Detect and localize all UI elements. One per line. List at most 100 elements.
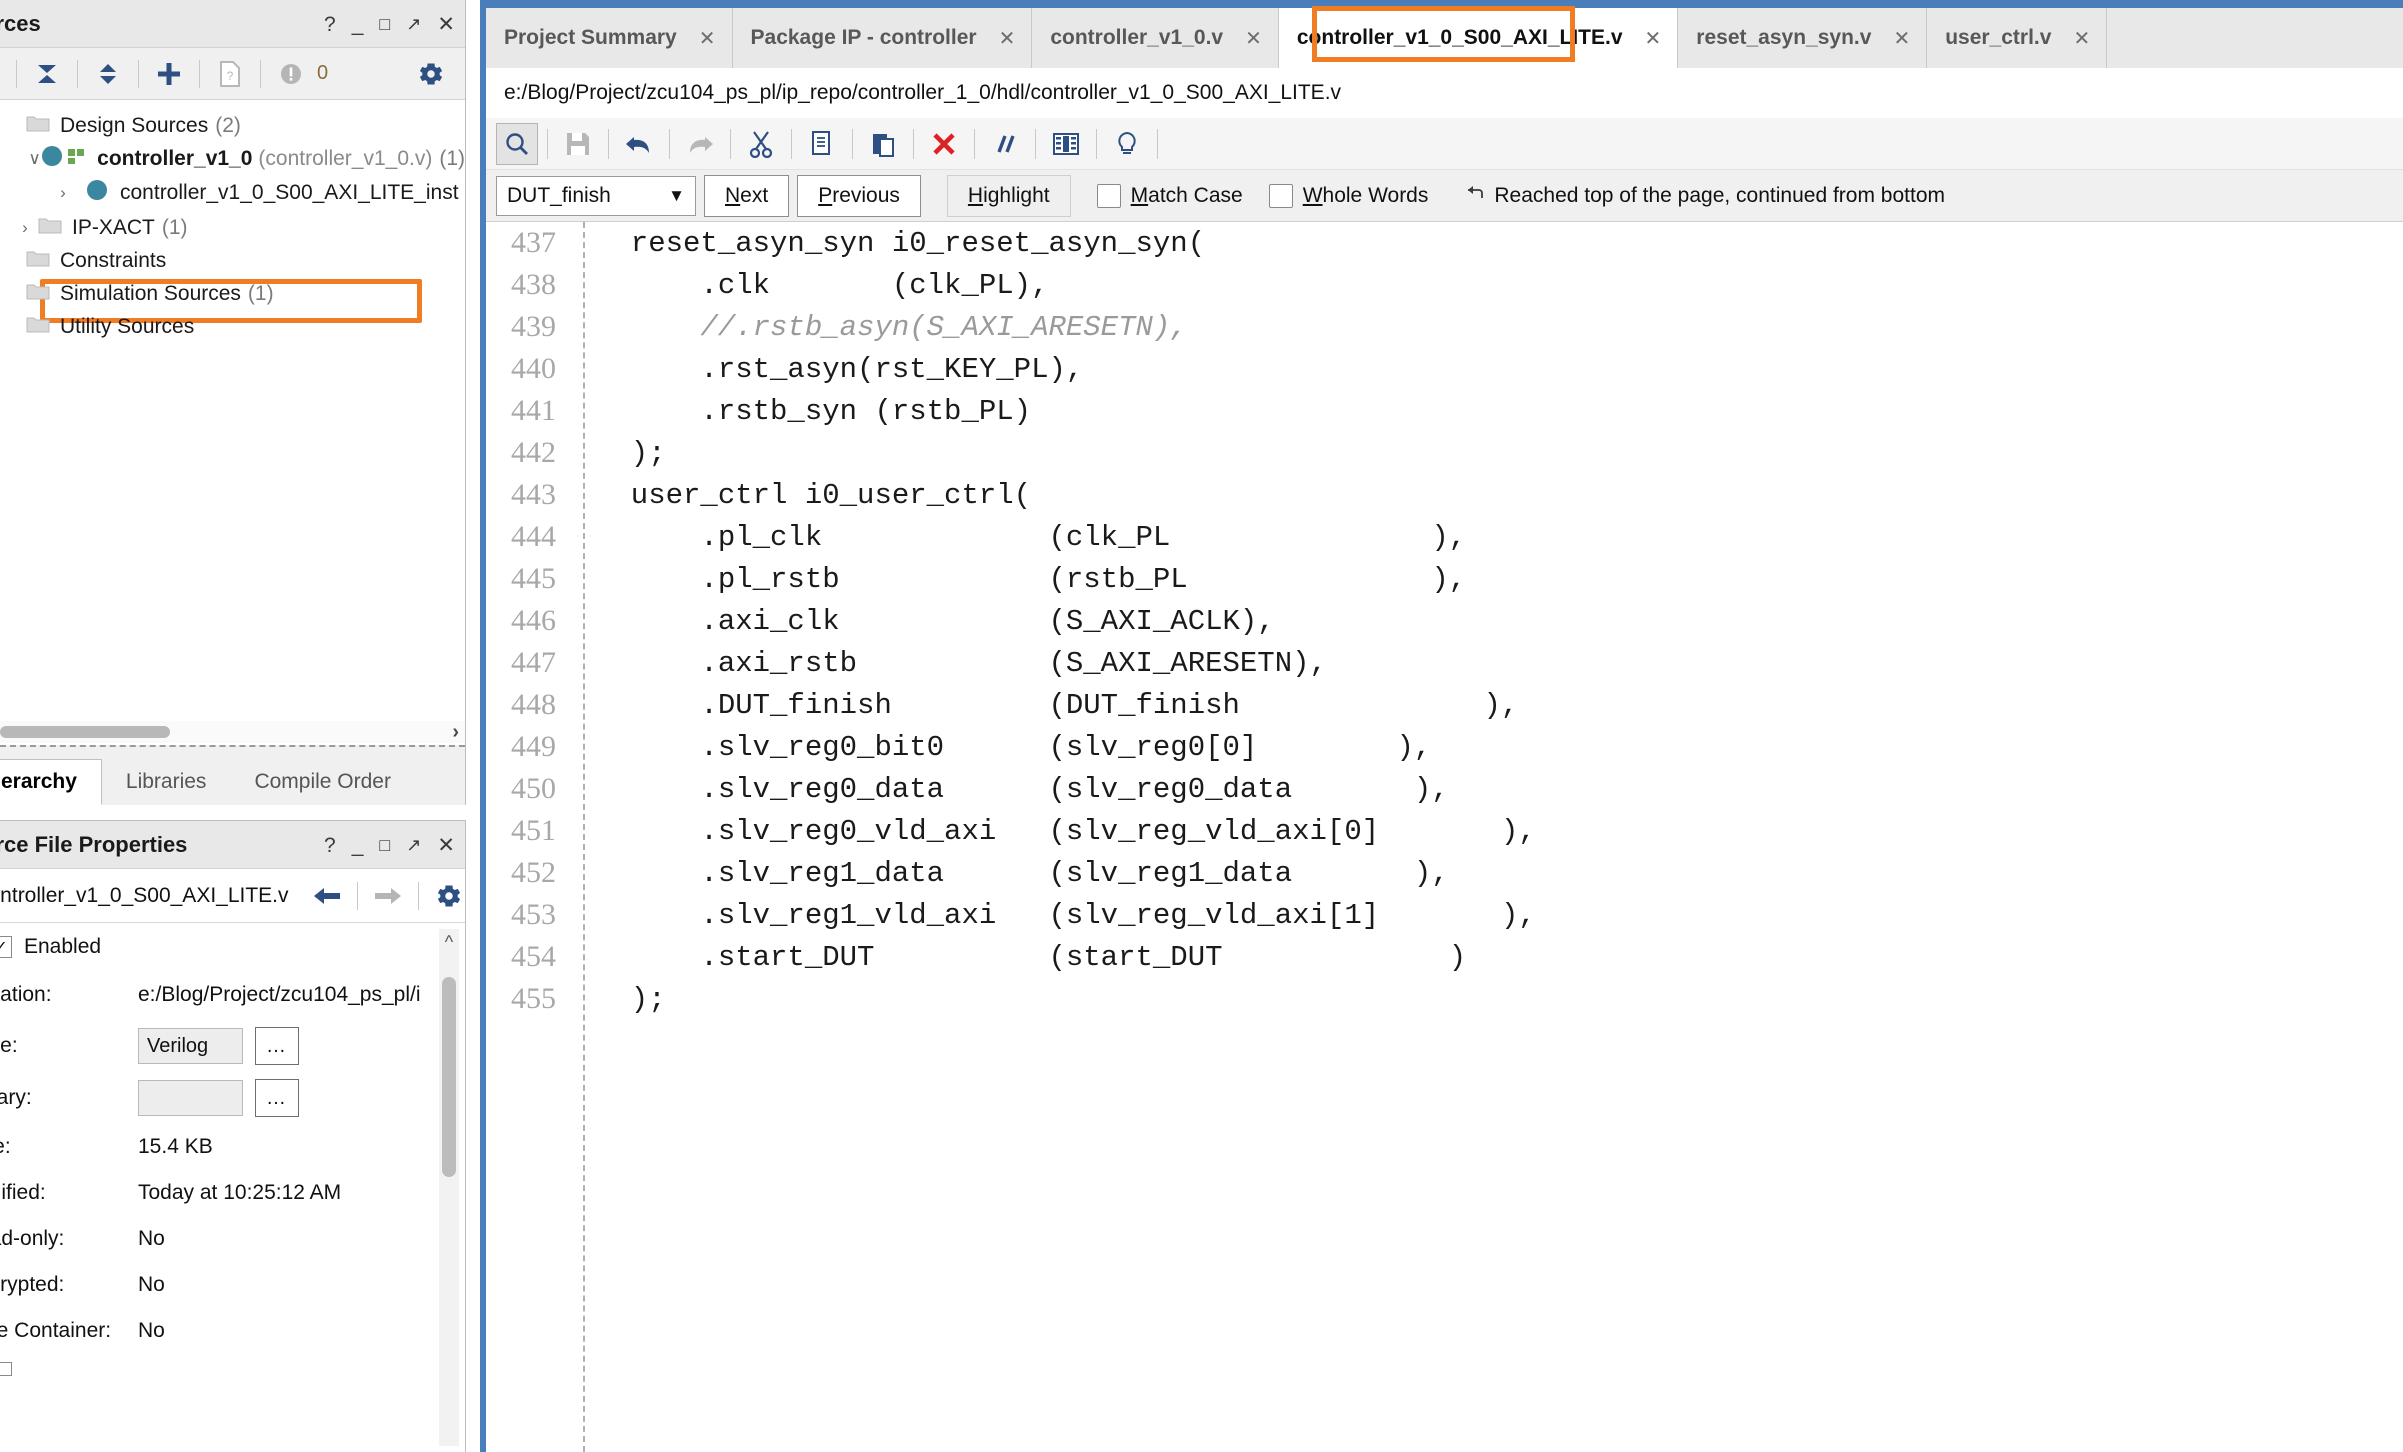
code-line[interactable]: 437 reset_asyn_syn i0_reset_asyn_syn( xyxy=(486,222,2403,264)
close-icon[interactable]: ✕ xyxy=(1893,26,1910,51)
tab-package-ip-controller[interactable]: Package IP - controller ✕ xyxy=(733,8,1033,68)
tree-item-utility-sources[interactable]: Utility Sources xyxy=(0,310,465,343)
expand-all-icon[interactable] xyxy=(90,56,126,92)
code-line[interactable]: 445 .pl_rstb (rstb_PL ), xyxy=(486,558,2403,600)
scroll-up-icon[interactable]: ^ xyxy=(439,929,459,955)
tree-item-ip-xact[interactable]: › IP-XACT (1) xyxy=(0,211,465,244)
partial-checkbox-row[interactable] xyxy=(0,1354,465,1384)
enabled-row[interactable]: ✓ Enabled xyxy=(0,924,465,970)
forward-arrow-icon[interactable] xyxy=(364,876,412,916)
code-line[interactable]: 454 .start_DUT (start_DUT ) xyxy=(486,936,2403,978)
enabled-checkbox[interactable]: ✓ xyxy=(0,936,12,958)
code-line[interactable]: 443 user_ctrl i0_user_ctrl( xyxy=(486,474,2403,516)
code-line[interactable]: 442 ); xyxy=(486,432,2403,474)
twisty-right-icon[interactable]: › xyxy=(50,183,76,203)
code-line[interactable]: 447 .axi_rstb (S_AXI_ARESETN), xyxy=(486,642,2403,684)
code-line[interactable]: 439 //.rstb_asyn(S_AXI_ARESETN), xyxy=(486,306,2403,348)
library-input[interactable] xyxy=(138,1080,243,1116)
code-line[interactable]: 455 ); xyxy=(486,978,2403,1020)
tree-item-controller-v1-0[interactable]: ∨ controller_v1_0 (controller_v1_0.v) (1… xyxy=(0,142,465,175)
undo-icon[interactable] xyxy=(618,123,660,165)
gear-icon[interactable] xyxy=(413,56,449,92)
help-icon[interactable]: ? xyxy=(324,14,336,35)
close-icon[interactable]: ✕ xyxy=(437,835,455,856)
hint-icon[interactable] xyxy=(1106,123,1148,165)
type-input[interactable]: Verilog xyxy=(138,1028,243,1064)
tree-item-constraints[interactable]: Constraints xyxy=(0,244,465,277)
maximize-icon[interactable]: □ xyxy=(379,836,390,854)
maximize-icon[interactable]: □ xyxy=(379,15,390,33)
delete-icon[interactable] xyxy=(923,123,965,165)
code-line[interactable]: 438 .clk (clk_PL), xyxy=(486,264,2403,306)
gear-icon[interactable] xyxy=(425,876,466,916)
tab-project-summary[interactable]: Project Summary ✕ xyxy=(486,8,733,68)
scrollbar-thumb[interactable] xyxy=(442,977,456,1177)
close-icon[interactable]: ✕ xyxy=(437,14,455,35)
find-next-button[interactable]: Next xyxy=(704,174,790,217)
minimize-icon[interactable]: _ xyxy=(352,835,364,856)
add-sources-icon[interactable] xyxy=(151,56,187,92)
close-icon[interactable]: ✕ xyxy=(699,26,716,51)
close-icon[interactable]: ✕ xyxy=(1645,26,1662,51)
checkbox-box[interactable] xyxy=(1096,183,1121,208)
tab-compile-order[interactable]: Compile Order xyxy=(230,759,415,805)
tab-hierarchy[interactable]: erarchy xyxy=(0,759,102,805)
editor-column: Project Summary ✕ Package IP - controlle… xyxy=(480,0,2403,1452)
tree-item-simulation-sources[interactable]: Simulation Sources (1) xyxy=(0,277,465,310)
highlight-button[interactable]: Highlight xyxy=(946,174,1071,217)
close-icon[interactable]: ✕ xyxy=(999,26,1016,51)
tree-item-design-sources[interactable]: Design Sources (2) xyxy=(0,109,465,142)
code-line[interactable]: 452 .slv_reg1_data (slv_reg1_data ), xyxy=(486,852,2403,894)
collapse-all-icon[interactable] xyxy=(29,56,65,92)
tree-item-s00-axi-lite-inst[interactable]: › controller_v1_0_S00_AXI_LITE_inst xyxy=(0,175,465,211)
type-browse-button[interactable]: … xyxy=(255,1027,299,1065)
comment-icon[interactable] xyxy=(984,123,1026,165)
checkbox-box[interactable] xyxy=(1268,183,1293,208)
code-line[interactable]: 440 .rst_asyn(rst_KEY_PL), xyxy=(486,348,2403,390)
tab-reset-asyn-syn-v[interactable]: reset_asyn_syn.v ✕ xyxy=(1678,8,1928,68)
find-previous-button[interactable]: Previous xyxy=(797,174,921,217)
match-case-checkbox[interactable]: Match Case xyxy=(1096,183,1243,208)
twisty-down-icon[interactable]: ∨ xyxy=(28,149,41,169)
close-icon[interactable]: ✕ xyxy=(2073,26,2090,51)
help-icon[interactable]: ? xyxy=(324,835,336,856)
copy-icon[interactable] xyxy=(801,123,843,165)
cut-icon[interactable] xyxy=(740,123,782,165)
float-icon[interactable]: ↗ xyxy=(406,15,421,33)
paste-icon[interactable] xyxy=(862,123,904,165)
global-include-checkbox[interactable] xyxy=(0,1362,12,1376)
close-icon[interactable]: ✕ xyxy=(1245,26,1262,51)
tab-user-ctrl-v[interactable]: user_ctrl.v ✕ xyxy=(1927,8,2108,68)
scroll-right-icon[interactable]: › xyxy=(452,721,459,743)
code-line[interactable]: 444 .pl_clk (clk_PL ), xyxy=(486,516,2403,558)
float-icon[interactable]: ↗ xyxy=(406,836,421,854)
save-icon[interactable] xyxy=(557,123,599,165)
code-line[interactable]: 446 .axi_clk (S_AXI_ACLK), xyxy=(486,600,2403,642)
code-line[interactable]: 450 .slv_reg0_data (slv_reg0_data ), xyxy=(486,768,2403,810)
tab-controller-v1-0-v[interactable]: controller_v1_0.v ✕ xyxy=(1032,8,1279,68)
code-line[interactable]: 448 .DUT_finish (DUT_finish ), xyxy=(486,684,2403,726)
columns-icon[interactable] xyxy=(1045,123,1087,165)
library-browse-button[interactable]: … xyxy=(255,1079,299,1117)
toolbar-separator xyxy=(260,59,261,88)
tab-controller-v1-0-s00-axi-lite-v[interactable]: controller_v1_0_S00_AXI_LITE.v ✕ xyxy=(1278,8,1679,68)
code-line[interactable]: 451 .slv_reg0_vld_axi (slv_reg_vld_axi[0… xyxy=(486,810,2403,852)
redo-icon[interactable] xyxy=(679,123,721,165)
find-icon[interactable] xyxy=(496,122,538,165)
minimize-icon[interactable]: _ xyxy=(352,14,364,35)
twisty-right-icon[interactable]: › xyxy=(12,218,38,238)
code-line[interactable]: 449 .slv_reg0_bit0 (slv_reg0[0] ), xyxy=(486,726,2403,768)
code-line[interactable]: 441 .rstb_syn (rstb_PL) xyxy=(486,390,2403,432)
tab-libraries[interactable]: Libraries xyxy=(102,759,231,805)
properties-vertical-scrollbar[interactable]: ^ xyxy=(439,929,459,1446)
code-editor[interactable]: 437 reset_asyn_syn i0_reset_asyn_syn( 43… xyxy=(486,222,2403,1452)
report-icon[interactable]: ? xyxy=(212,56,248,92)
sources-horizontal-scrollbar[interactable]: › xyxy=(0,721,465,743)
scrollbar-thumb[interactable] xyxy=(0,726,170,738)
whole-words-checkbox[interactable]: Whole Words xyxy=(1268,183,1428,208)
messages-icon[interactable] xyxy=(273,56,309,92)
back-arrow-icon[interactable] xyxy=(303,876,351,916)
sources-tree[interactable]: Design Sources (2) ∨ controller_v1_0 (co… xyxy=(0,101,465,715)
code-line[interactable]: 453 .slv_reg1_vld_axi (slv_reg_vld_axi[1… xyxy=(486,894,2403,936)
search-term-combobox[interactable]: DUT_finish ▼ xyxy=(496,175,696,216)
